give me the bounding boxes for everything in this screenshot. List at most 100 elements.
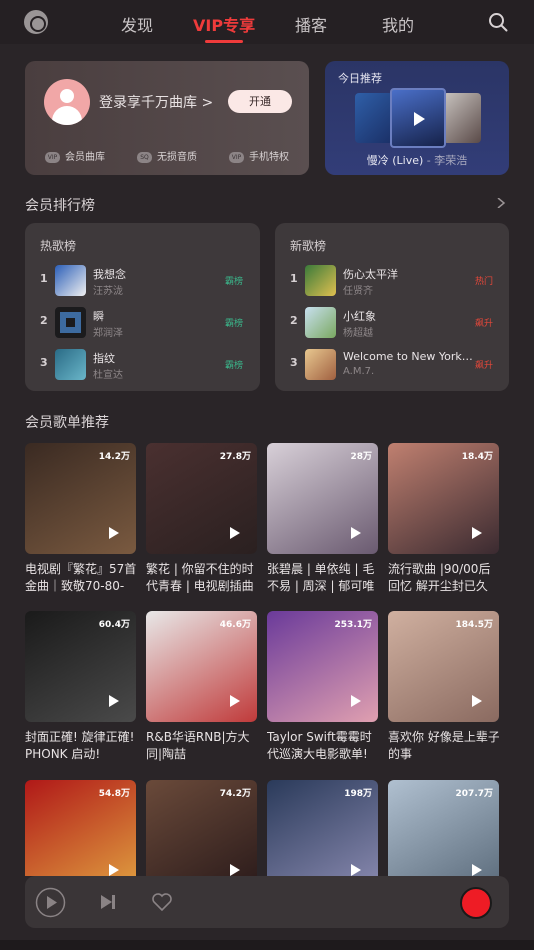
tab-mine[interactable]: 我的 — [382, 12, 414, 36]
song-artist: 汪苏泷 — [93, 286, 123, 297]
play-icon[interactable] — [230, 527, 240, 539]
song-title: Welcome to New York (... — [343, 350, 473, 363]
play-icon[interactable] — [472, 527, 482, 539]
playlist-card[interactable]: 54.8万 — [25, 780, 136, 876]
play-count: 18.4万 — [461, 452, 493, 462]
tab-podcast[interactable]: 播客 — [295, 12, 327, 36]
playlist-title[interactable]: Taylor Swift霉霉时代巡演大电影歌单! — [267, 729, 378, 763]
chart-row[interactable]: 2 瞬 郑润泽 霸榜 — [25, 305, 260, 339]
tab-discover[interactable]: 发现 — [121, 12, 153, 36]
play-icon[interactable] — [351, 695, 361, 707]
playlist-card[interactable]: 60.4万封面正確! 旋律正確! PHONK 启动! — [25, 611, 136, 763]
tab-vip[interactable]: VIP专享 — [193, 12, 255, 36]
album-cover-main[interactable] — [390, 88, 446, 148]
vip-badge-icon: VIP — [229, 151, 244, 163]
playlist-cover[interactable]: 74.2万 — [146, 780, 257, 876]
play-count: 207.7万 — [455, 789, 493, 799]
sq-badge-icon: SQ — [137, 151, 152, 163]
chart-row[interactable]: 3 Welcome to New York (... A.M.7. 飙升 — [275, 347, 510, 381]
today-song-line[interactable]: 慢冷 (Live) - 李荣浩 — [325, 152, 509, 168]
playlist-card[interactable]: 207.7万 — [388, 780, 499, 876]
play-icon — [414, 112, 425, 126]
playlist-cover[interactable]: 207.7万 — [388, 780, 499, 876]
playlist-cover[interactable]: 27.8万 — [146, 443, 257, 554]
play-icon[interactable] — [472, 695, 482, 707]
heart-icon[interactable] — [152, 893, 172, 911]
chart-row[interactable]: 2 小红象 杨超越 飙升 — [275, 305, 510, 339]
playlist-cover[interactable]: 198万 — [267, 780, 378, 876]
playlist-card[interactable]: 14.2万电视剧『繁花』57首金曲｜致敬70-80-9... — [25, 443, 136, 595]
song-cover — [55, 349, 86, 380]
chart-row[interactable]: 3 指纹 杜宣达 霸榜 — [25, 347, 260, 381]
play-count: 14.2万 — [98, 452, 130, 462]
avatar[interactable] — [44, 79, 90, 125]
playlist-title[interactable]: 电视剧『繁花』57首金曲｜致敬70-80-9... — [25, 561, 136, 595]
today-song: 慢冷 (Live) — [366, 154, 424, 167]
play-icon[interactable] — [35, 887, 66, 918]
playlist-title[interactable]: 流行歌曲 |90/00后回忆 解开尘封已久的... — [388, 561, 499, 595]
perk-label: 手机特权 — [249, 152, 289, 163]
app-logo-icon[interactable] — [24, 10, 48, 34]
open-vip-button[interactable]: 开通 — [228, 90, 292, 113]
play-icon[interactable] — [351, 527, 361, 539]
playlist-title[interactable]: 张碧晨 | 单依纯 | 毛不易 | 周深 | 郁可唯 — [267, 561, 378, 595]
perk-mobile: VIP 手机特权 — [229, 148, 289, 163]
vip-login-card[interactable]: 登录享千万曲库 > 开通 VIP 会员曲库 SQ 无损音质 VIP 手机特权 — [25, 61, 309, 175]
playlist-card[interactable]: 46.6万 R&B华语RNB|方大同|陶喆 — [146, 611, 257, 763]
playlist-cover[interactable]: 60.4万 — [25, 611, 136, 722]
play-icon[interactable] — [472, 864, 482, 876]
playlist-card[interactable]: 74.2万 — [146, 780, 257, 876]
playlist-card[interactable]: 198万 — [267, 780, 378, 876]
play-icon[interactable] — [230, 695, 240, 707]
hot-songs-chart-card[interactable]: 热歌榜 1 我想念 汪苏泷 霸榜 2 瞬 郑润泽 霸榜 3 指纹 杜宣达 霸榜 — [25, 223, 260, 391]
vip-badge-icon: VIP — [45, 151, 60, 163]
next-icon[interactable] — [100, 894, 116, 910]
playlist-cover[interactable]: 14.2万 — [25, 443, 136, 554]
rankings-section-title: 会员排行榜 — [25, 198, 95, 214]
playlist-cover[interactable]: 253.1万 — [267, 611, 378, 722]
rank-tag: 飙升 — [475, 361, 494, 371]
song-artist: A.M.7. — [343, 366, 375, 377]
chevron-right-icon[interactable] — [496, 198, 506, 208]
play-count: 253.1万 — [334, 620, 372, 630]
rank-number: 3 — [40, 356, 48, 369]
rank-number: 3 — [290, 356, 298, 369]
play-icon[interactable] — [109, 695, 119, 707]
playlist-title[interactable]: 喜欢你 好像是上辈子的事 — [388, 729, 499, 763]
login-prompt[interactable]: 登录享千万曲库 > — [99, 92, 213, 112]
play-icon[interactable] — [230, 864, 240, 876]
play-count: 46.6万 — [219, 620, 251, 630]
chart-row[interactable]: 1 我想念 汪苏泷 霸榜 — [25, 263, 260, 297]
chart-title: 新歌榜 — [290, 239, 327, 253]
new-songs-chart-card[interactable]: 新歌榜 1 伤心太平洋 任贤齐 热门 2 小红象 杨超越 飙升 3 Welcom… — [275, 223, 509, 391]
perk-lossless: SQ 无损音质 — [137, 148, 197, 163]
play-icon[interactable] — [351, 864, 361, 876]
playlist-card[interactable]: 28万张碧晨 | 单依纯 | 毛不易 | 周深 | 郁可唯 — [267, 443, 378, 595]
song-cover — [305, 265, 336, 296]
playlist-card[interactable]: 27.8万繁花 | 你留不住的时代青春 | 电视剧插曲 — [146, 443, 257, 595]
rank-number: 2 — [40, 314, 48, 327]
playlist-cover[interactable]: 54.8万 — [25, 780, 136, 876]
song-title: 小红象 — [343, 310, 376, 323]
record-disc-icon[interactable] — [460, 887, 492, 919]
playlist-cover[interactable]: 18.4万 — [388, 443, 499, 554]
album-cover — [443, 93, 481, 143]
playlist-cover[interactable]: 46.6万 — [146, 611, 257, 722]
today-title: 今日推荐 — [338, 72, 382, 85]
playlist-cover[interactable]: 184.5万 — [388, 611, 499, 722]
playlist-title[interactable]: R&B华语RNB|方大同|陶喆 — [146, 729, 257, 763]
song-artist: 郑润泽 — [93, 328, 123, 339]
active-tab-indicator — [205, 40, 243, 43]
playlist-cover[interactable]: 28万 — [267, 443, 378, 554]
today-recommend-card[interactable]: 今日推荐 慢冷 (Live) - 李荣浩 — [325, 61, 509, 175]
play-icon[interactable] — [109, 864, 119, 876]
playlist-card[interactable]: 253.1万 Taylor Swift霉霉时代巡演大电影歌单! — [267, 611, 378, 763]
playlist-card[interactable]: 18.4万流行歌曲 |90/00后回忆 解开尘封已久的... — [388, 443, 499, 595]
playlist-card[interactable]: 184.5万喜欢你 好像是上辈子的事 — [388, 611, 499, 763]
search-icon[interactable] — [488, 12, 508, 32]
playlist-title[interactable]: 繁花 | 你留不住的时代青春 | 电视剧插曲 — [146, 561, 257, 595]
chart-row[interactable]: 1 伤心太平洋 任贤齐 热门 — [275, 263, 510, 297]
chart-title: 热歌榜 — [40, 239, 77, 253]
playlist-title[interactable]: 封面正確! 旋律正確! PHONK 启动! — [25, 729, 136, 763]
play-icon[interactable] — [109, 527, 119, 539]
